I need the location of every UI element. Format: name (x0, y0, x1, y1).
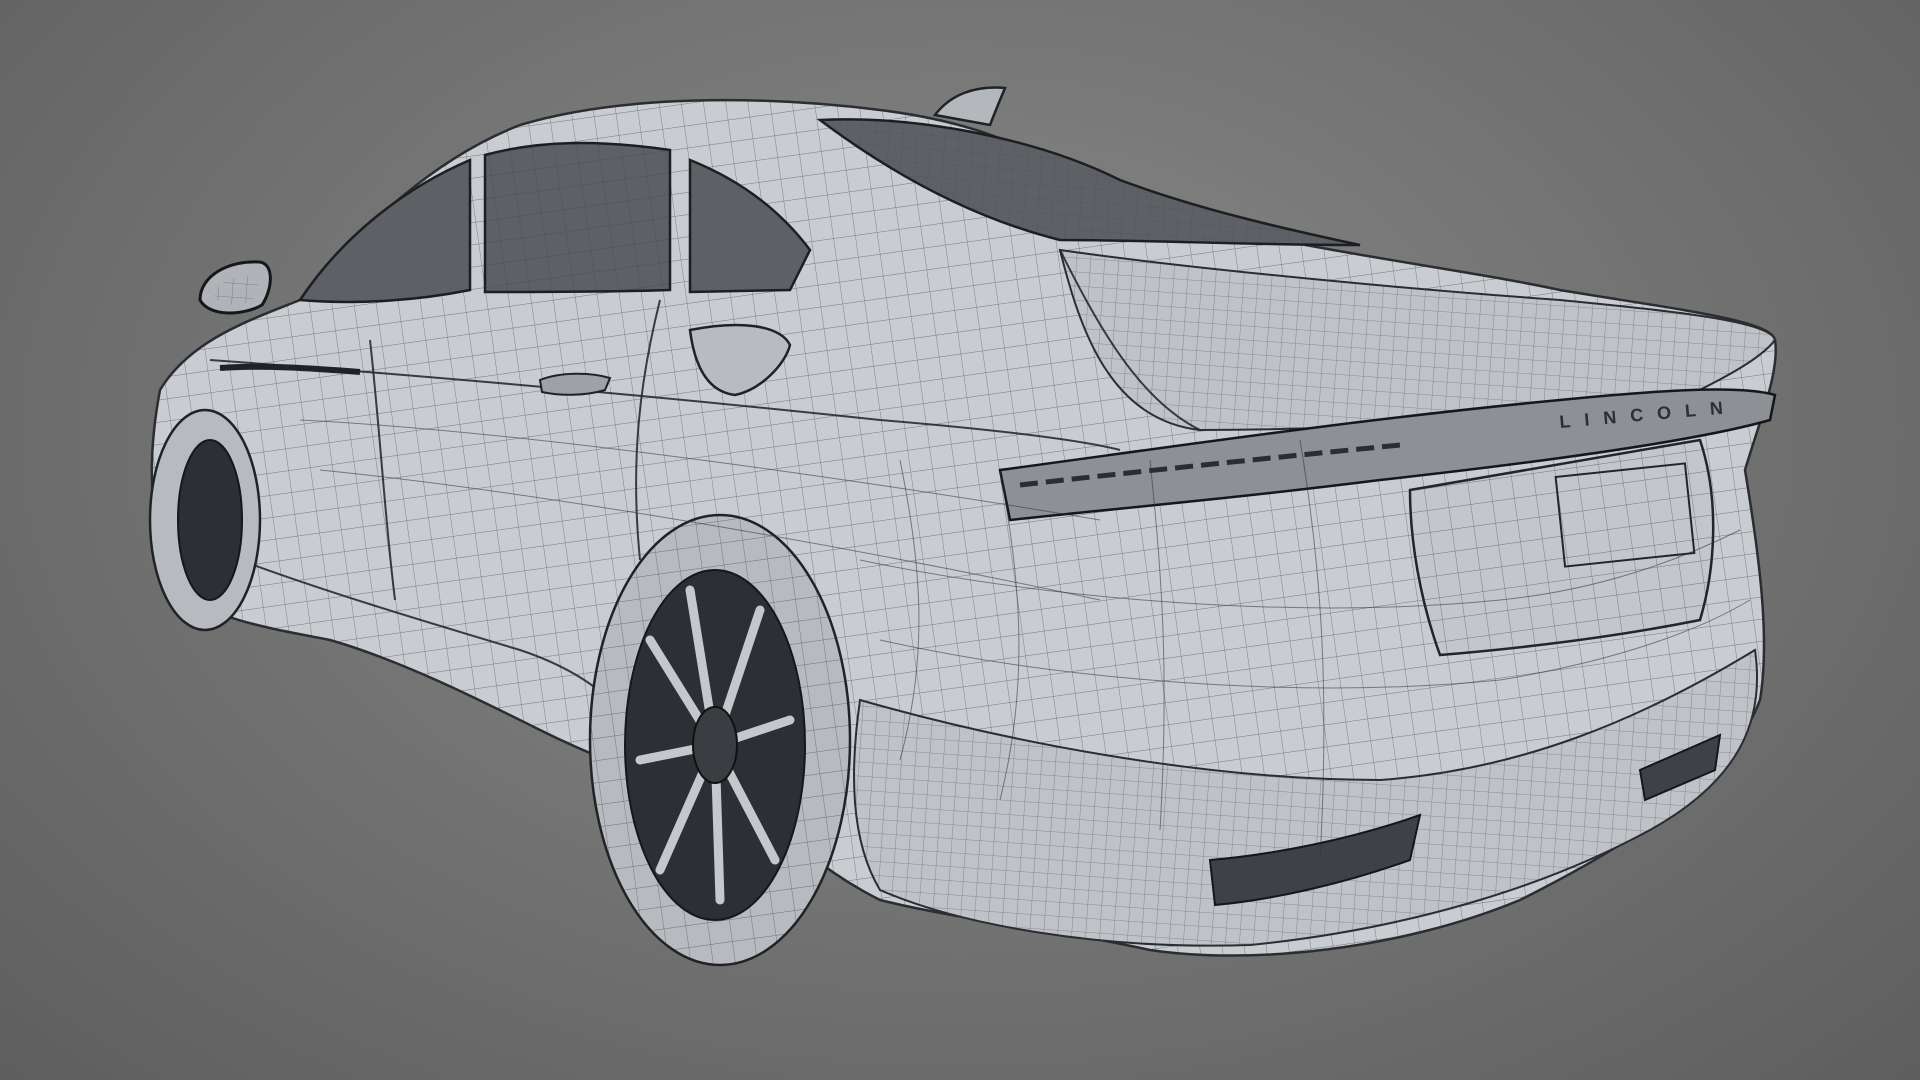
wheel-hub (692, 706, 738, 784)
front-wheel (148, 408, 262, 632)
rear-wheel (588, 513, 852, 967)
front-door-window (297, 158, 472, 304)
shark-fin-antenna (932, 86, 1007, 127)
viewport-canvas: LINCOLN (0, 0, 1920, 1080)
door-handle-rear (538, 372, 612, 396)
side-mirror (198, 260, 272, 315)
car-wireframe-render: LINCOLN (148, 86, 1777, 967)
